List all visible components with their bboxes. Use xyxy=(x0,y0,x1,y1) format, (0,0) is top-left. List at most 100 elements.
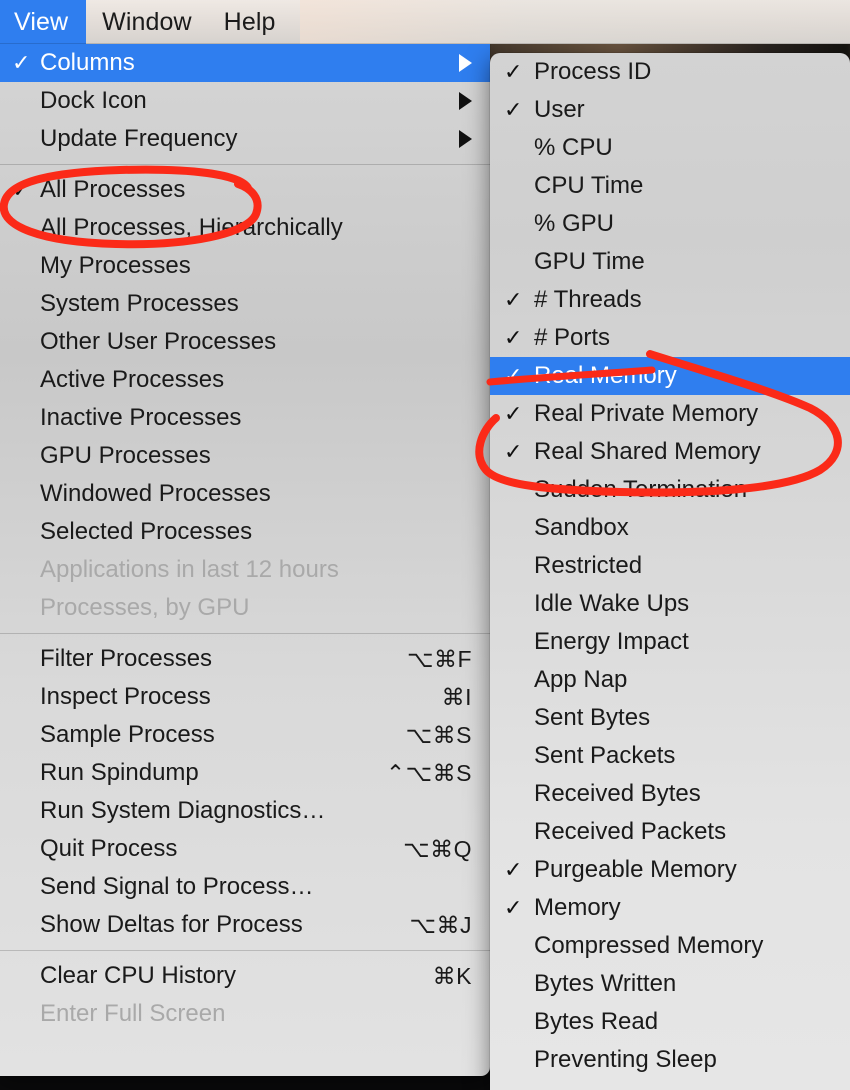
columns-item-memory[interactable]: ✓ Memory xyxy=(490,889,850,927)
view-menu-item-enter-full-screen: Enter Full Screen xyxy=(0,995,490,1033)
menu-item-label: My Processes xyxy=(40,252,191,279)
menu-separator xyxy=(0,633,490,634)
view-menu-item-dock-icon[interactable]: Dock Icon xyxy=(0,82,490,120)
columns-item-preventing-sleep[interactable]: Preventing Sleep xyxy=(490,1041,850,1079)
view-menu-item-inspect-process[interactable]: Inspect Process ⌘I xyxy=(0,678,490,716)
menu-item-shortcut: ⌥⌘S xyxy=(405,721,472,748)
menubar-item-help[interactable]: Help xyxy=(208,0,292,44)
view-menu-item-active-processes[interactable]: Active Processes xyxy=(0,361,490,399)
columns-item-sandbox[interactable]: Sandbox xyxy=(490,509,850,547)
view-menu-item-clear-cpu-history[interactable]: Clear CPU History ⌘K xyxy=(0,957,490,995)
menu-item-label: Idle Wake Ups xyxy=(534,590,690,617)
columns-item-app-nap[interactable]: App Nap xyxy=(490,661,850,699)
menu-item-label: Received Packets xyxy=(534,818,727,845)
view-menu-item-gpu-processes[interactable]: GPU Processes xyxy=(0,437,490,475)
menu-separator xyxy=(0,164,490,165)
menu-item-label: Energy Impact xyxy=(534,628,689,655)
menu-item-label: Purgeable Memory xyxy=(534,856,737,883)
menubar-translucency xyxy=(300,0,850,44)
view-menu-item-quit-process[interactable]: Quit Process ⌥⌘Q xyxy=(0,830,490,868)
menu-item-label: Run Spindump xyxy=(40,759,199,786)
columns-item-threads[interactable]: ✓ # Threads xyxy=(490,281,850,319)
columns-item-cpu[interactable]: % CPU xyxy=(490,129,850,167)
columns-item-purgeable-memory[interactable]: ✓ Purgeable Memory xyxy=(490,851,850,889)
columns-item-real-shared-memory[interactable]: ✓ Real Shared Memory xyxy=(490,433,850,471)
view-menu-item-inactive-processes[interactable]: Inactive Processes xyxy=(0,399,490,437)
columns-item-sent-bytes[interactable]: Sent Bytes xyxy=(490,699,850,737)
menu-separator xyxy=(0,950,490,951)
view-menu-item-my-processes[interactable]: My Processes xyxy=(0,247,490,285)
checkmark-icon: ✓ xyxy=(504,363,523,388)
columns-item-received-packets[interactable]: Received Packets xyxy=(490,813,850,851)
menu-item-shortcut: ⌥⌘Q xyxy=(403,835,472,862)
view-menu-item-system-processes[interactable]: System Processes xyxy=(0,285,490,323)
menu-item-label: Sent Packets xyxy=(534,742,676,769)
view-menu-item-other-user-processes[interactable]: Other User Processes xyxy=(0,323,490,361)
columns-item-process-id[interactable]: ✓ Process ID xyxy=(490,53,850,91)
menu-item-label: All Processes xyxy=(40,176,186,203)
view-menu-item-windowed-processes[interactable]: Windowed Processes xyxy=(0,475,490,513)
columns-item-ports[interactable]: ✓ # Ports xyxy=(490,319,850,357)
menu-item-label: Real Private Memory xyxy=(534,400,759,427)
columns-item-real-private-memory[interactable]: ✓ Real Private Memory xyxy=(490,395,850,433)
columns-item-idle-wake-ups[interactable]: Idle Wake Ups xyxy=(490,585,850,623)
view-menu-item-send-signal-to-process[interactable]: Send Signal to Process… xyxy=(0,868,490,906)
view-menu-item-all-processes[interactable]: ✓ All Processes xyxy=(0,171,490,209)
columns-item-bytes-read[interactable]: Bytes Read xyxy=(490,1003,850,1041)
menubar-item-help-label: Help xyxy=(223,7,276,36)
menu-item-label: Enter Full Screen xyxy=(40,1000,226,1027)
menu-item-label: % GPU xyxy=(534,210,615,237)
chevron-right-icon xyxy=(459,92,472,110)
menu-item-label: GPU Processes xyxy=(40,442,211,469)
menu-item-label: App Nap xyxy=(534,666,628,693)
view-menu-item-all-processes-hierarchically[interactable]: All Processes, Hierarchically xyxy=(0,209,490,247)
menu-item-label: Memory xyxy=(534,894,621,921)
columns-item-energy-impact[interactable]: Energy Impact xyxy=(490,623,850,661)
view-menu-item-selected-processes[interactable]: Selected Processes xyxy=(0,513,490,551)
columns-submenu-panel: ✓ Process ID ✓ User % CPU CPU Time % GPU GPU Ti… xyxy=(490,53,850,1090)
checkmark-icon: ✓ xyxy=(504,857,523,882)
menu-item-label: Columns xyxy=(40,49,135,76)
menu-item-label: Show Deltas for Process xyxy=(40,911,303,938)
columns-item-sent-packets[interactable]: Sent Packets xyxy=(490,737,850,775)
columns-item-sudden-termination[interactable]: Sudden Termination xyxy=(490,471,850,509)
view-menu-item-show-deltas-for-process[interactable]: Show Deltas for Process ⌥⌘J xyxy=(0,906,490,944)
columns-item-cpu-time[interactable]: CPU Time xyxy=(490,167,850,205)
menubar-item-view[interactable]: View xyxy=(0,0,87,44)
menu-item-label: Send Signal to Process… xyxy=(40,873,314,900)
view-menu-panel: ✓ Columns Dock Icon Update Frequency ✓ All Pr… xyxy=(0,44,490,1076)
columns-item-received-bytes[interactable]: Received Bytes xyxy=(490,775,850,813)
view-menu-item-filter-processes[interactable]: Filter Processes ⌥⌘F xyxy=(0,640,490,678)
columns-item-bytes-written[interactable]: Bytes Written xyxy=(490,965,850,1003)
menu-item-label: Compressed Memory xyxy=(534,932,764,959)
columns-item-user[interactable]: ✓ User xyxy=(490,91,850,129)
view-menu-item-update-frequency[interactable]: Update Frequency xyxy=(0,120,490,158)
menu-item-label: Sudden Termination xyxy=(534,476,748,503)
columns-item-compressed-memory[interactable]: Compressed Memory xyxy=(490,927,850,965)
menu-item-label: Applications in last 12 hours xyxy=(40,556,339,583)
checkmark-icon: ✓ xyxy=(504,325,523,350)
menu-item-label: Update Frequency xyxy=(40,125,238,152)
menubar-item-window[interactable]: Window xyxy=(86,0,208,44)
columns-item-gpu[interactable]: % GPU xyxy=(490,205,850,243)
columns-item-real-memory[interactable]: ✓ Real Memory xyxy=(490,357,850,395)
view-menu-item-run-spindump[interactable]: Run Spindump ⌃⌥⌘S xyxy=(0,754,490,792)
menu-item-label: Run System Diagnostics… xyxy=(40,797,326,824)
view-menu-item-columns[interactable]: ✓ Columns xyxy=(0,44,490,82)
view-menu-item-applications-in-last-12-hours: Applications in last 12 hours xyxy=(0,551,490,589)
menu-item-label: Process ID xyxy=(534,58,652,85)
menu-item-label: # Threads xyxy=(534,286,642,313)
columns-item-restricted[interactable]: Restricted xyxy=(490,547,850,585)
menu-item-label: Preventing Sleep xyxy=(534,1046,717,1073)
chevron-right-icon xyxy=(459,54,472,72)
checkmark-icon: ✓ xyxy=(504,439,523,464)
menu-item-label: System Processes xyxy=(40,290,239,317)
view-menu-item-run-system-diagnostics[interactable]: Run System Diagnostics… xyxy=(0,792,490,830)
menu-item-label: Sent Bytes xyxy=(534,704,651,731)
view-menu-item-sample-process[interactable]: Sample Process ⌥⌘S xyxy=(0,716,490,754)
columns-item-gpu-time[interactable]: GPU Time xyxy=(490,243,850,281)
menu-item-label: Filter Processes xyxy=(40,645,213,672)
checkmark-icon: ✓ xyxy=(504,287,523,312)
chevron-right-icon xyxy=(459,130,472,148)
checkmark-icon: ✓ xyxy=(504,97,523,122)
